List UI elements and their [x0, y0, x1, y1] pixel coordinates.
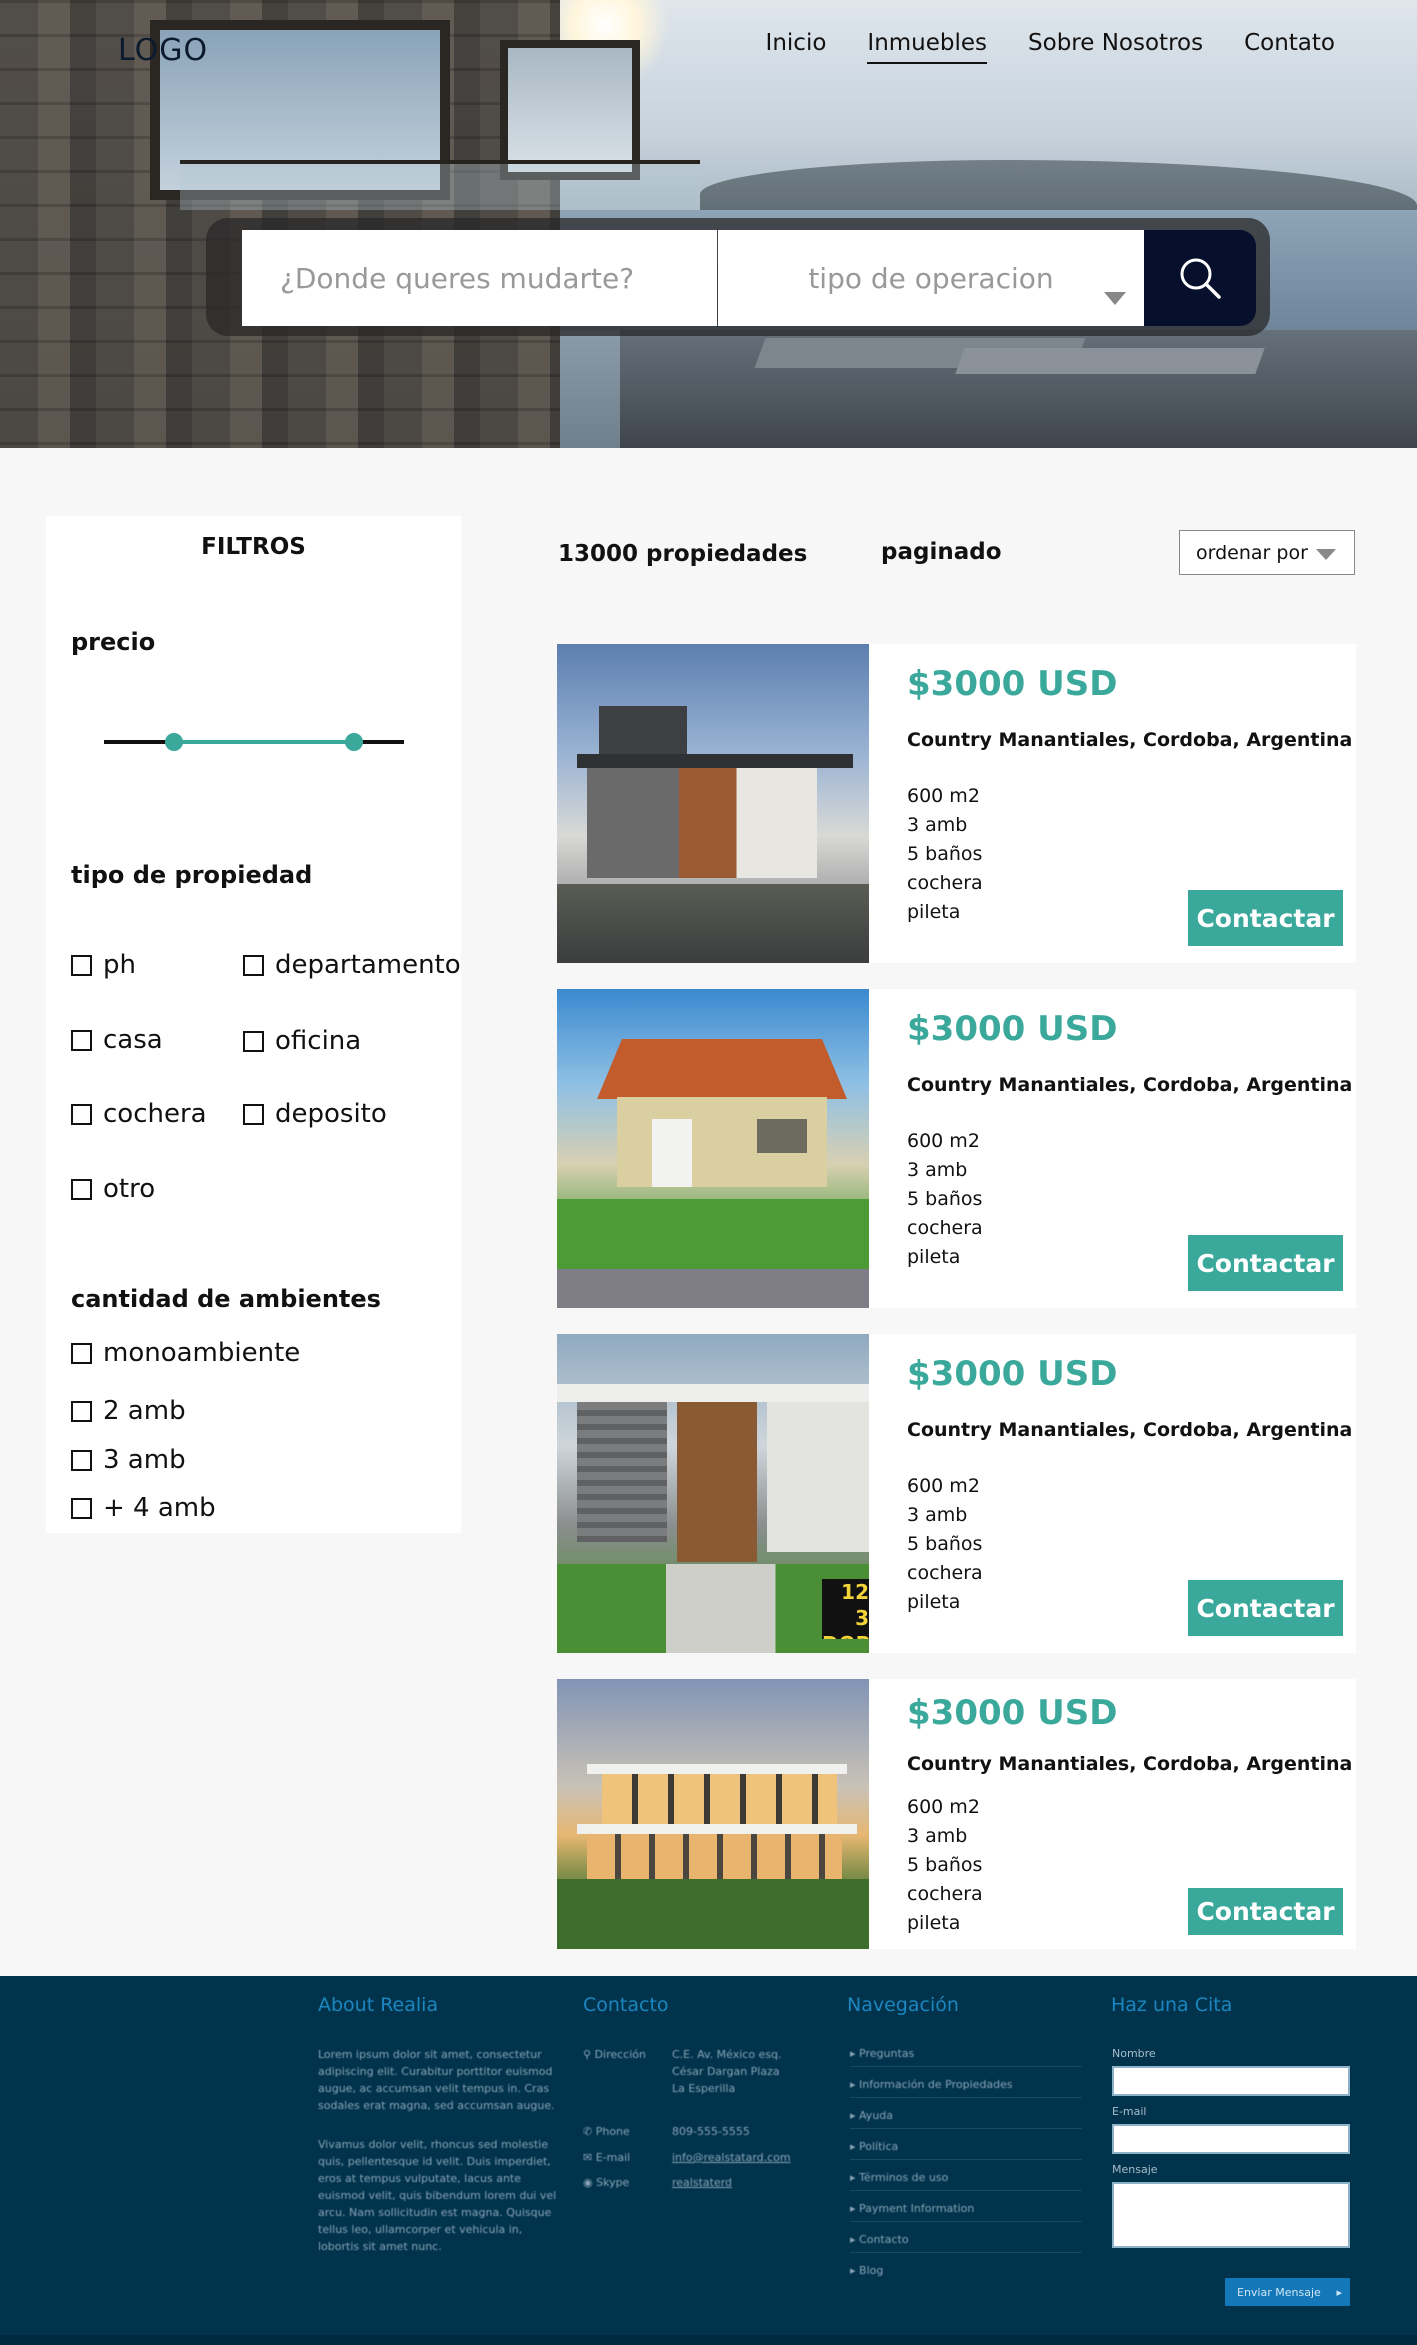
nav-inicio[interactable]: Inicio [766, 30, 827, 64]
arrow-right-icon: ▸ [1336, 2285, 1342, 2299]
price-heading: precio [71, 628, 156, 656]
property-photo[interactable] [557, 989, 869, 1308]
checkbox-monoambiente[interactable]: monoambiente [71, 1338, 300, 1368]
property-features: 600 m2 3 amb 5 baños cochera pileta [907, 1130, 983, 1268]
property-features: 600 m2 3 amb 5 baños cochera pileta [907, 1475, 983, 1613]
property-address: Country Manantiales, Cordoba, Argentina [907, 1074, 1353, 1096]
contact-button[interactable]: Contactar [1188, 890, 1343, 946]
footer-nav-link[interactable]: ▸ Información de Propiedades [850, 2078, 1013, 2091]
footer-contact-title: Contacto [583, 1994, 669, 2016]
logo[interactable]: LOGO [118, 33, 208, 68]
photo-badge: 12 3 DOR [822, 1579, 869, 1639]
property-photo[interactable] [557, 644, 869, 963]
footer-about-text: Vivamus dolor velit, rhoncus sed molesti… [318, 2138, 557, 2253]
footer-nav-title: Navegación [847, 1994, 959, 2016]
contact-button[interactable]: Contactar [1188, 1580, 1343, 1636]
property-address: Country Manantiales, Cordoba, Argentina [907, 729, 1353, 751]
email-icon: ✉ E-mail [583, 2151, 631, 2164]
email-field[interactable] [1112, 2124, 1350, 2154]
footer-nav-link[interactable]: ▸ Ayuda [850, 2109, 893, 2122]
main-nav: Inicio Inmuebles Sobre Nosotros Contato [766, 30, 1335, 64]
slider-range [174, 740, 354, 744]
chevron-down-icon [1104, 292, 1126, 305]
email-label: E-mail [1112, 2105, 1147, 2118]
property-photo[interactable] [557, 1679, 869, 1949]
footer-email[interactable]: info@realstatard.com [672, 2151, 791, 2164]
property-card[interactable]: $3000 USD Country Manantiales, Cordoba, … [557, 989, 1356, 1308]
property-card[interactable]: 12 3 DOR $3000 USD Country Manantiales, … [557, 1334, 1356, 1653]
footer: About Realia Lorem ipsum dolor sit amet,… [0, 1976, 1417, 2345]
footer-skype[interactable]: realstaterd [672, 2176, 732, 2189]
results-count: 13000 propiedades [558, 541, 808, 567]
name-field[interactable] [1112, 2066, 1350, 2096]
footer-about-title: About Realia [318, 1994, 439, 2016]
chevron-down-icon [1316, 549, 1336, 560]
footer-nav-link[interactable]: ▸ Preguntas [850, 2047, 914, 2060]
location-search-input[interactable]: ¿Donde queres mudarte? [242, 230, 717, 326]
contact-button[interactable]: Contactar [1188, 1235, 1343, 1291]
sort-select[interactable]: ordenar por [1179, 530, 1355, 575]
send-message-button[interactable]: Enviar Mensaje ▸ [1225, 2278, 1350, 2306]
checkbox-cochera[interactable]: cochera [71, 1099, 207, 1129]
checkbox-4-amb[interactable]: + 4 amb [71, 1493, 216, 1523]
message-label: Mensaje [1112, 2163, 1158, 2176]
property-address: Country Manantiales, Cordoba, Argentina [907, 1419, 1353, 1441]
footer-appointment-title: Haz una Cita [1111, 1994, 1233, 2016]
property-price: $3000 USD [907, 664, 1118, 704]
footer-nav-link[interactable]: ▸ Términos de uso [850, 2171, 948, 2184]
phone-icon: ✆ Phone [583, 2125, 630, 2138]
footer-nav-link[interactable]: ▸ Política [850, 2140, 898, 2153]
property-price: $3000 USD [907, 1693, 1118, 1733]
slider-min-handle[interactable] [165, 733, 183, 751]
footer-address: C.E. Av. México esq. César Dargan Plaza … [672, 2048, 782, 2095]
property-card[interactable]: $3000 USD Country Manantiales, Cordoba, … [557, 1679, 1356, 1949]
map-pin-icon: ⚲ Dirección [583, 2048, 646, 2061]
name-label: Nombre [1112, 2047, 1156, 2060]
property-card[interactable]: $3000 USD Country Manantiales, Cordoba, … [557, 644, 1356, 963]
footer-phone[interactable]: 809-555-5555 [672, 2125, 750, 2138]
house-window [500, 40, 640, 180]
checkbox-3-amb[interactable]: 3 amb [71, 1445, 186, 1475]
skype-icon: ◉ Skype [583, 2176, 630, 2189]
filters-panel: FILTROS precio tipo de propiedad ph depa… [46, 516, 461, 1533]
property-photo[interactable]: 12 3 DOR [557, 1334, 869, 1653]
checkbox-ph[interactable]: ph [71, 950, 136, 980]
nav-sobre-nosotros[interactable]: Sobre Nosotros [1028, 30, 1203, 64]
checkbox-deposito[interactable]: deposito [243, 1099, 387, 1129]
footer-nav-link[interactable]: ▸ Payment Information [850, 2202, 974, 2215]
search-button[interactable] [1144, 230, 1256, 326]
property-price: $3000 USD [907, 1354, 1118, 1394]
nav-inmuebles[interactable]: Inmuebles [867, 30, 988, 64]
checkbox-departamento[interactable]: departamento [243, 950, 461, 980]
checkbox-casa[interactable]: casa [71, 1025, 163, 1055]
search-icon [1180, 258, 1221, 299]
property-price: $3000 USD [907, 1009, 1118, 1049]
operation-type-label: tipo de operacion [808, 261, 1054, 295]
checkbox-oficina[interactable]: oficina [243, 1026, 361, 1056]
sort-label: ordenar por [1196, 541, 1308, 564]
filters-title: FILTROS [201, 534, 306, 560]
property-address: Country Manantiales, Cordoba, Argentina [907, 1753, 1353, 1775]
glass-railing [180, 160, 700, 210]
property-type-heading: tipo de propiedad [71, 861, 313, 889]
nav-contato[interactable]: Contato [1244, 30, 1335, 64]
price-range-slider[interactable] [104, 732, 404, 752]
checkbox-otro[interactable]: otro [71, 1174, 155, 1204]
rooms-heading: cantidad de ambientes [71, 1285, 381, 1313]
footer-nav-link[interactable]: ▸ Blog [850, 2264, 883, 2277]
property-features: 600 m2 3 amb 5 baños cochera pileta [907, 1796, 983, 1934]
footer-nav-link[interactable]: ▸ Contacto [850, 2233, 909, 2246]
property-features: 600 m2 3 amb 5 baños cochera pileta [907, 785, 983, 923]
slider-max-handle[interactable] [345, 733, 363, 751]
operation-type-select[interactable]: tipo de operacion [718, 230, 1144, 326]
message-field[interactable] [1112, 2182, 1350, 2248]
pagination[interactable]: paginado [881, 539, 1002, 565]
checkbox-2-amb[interactable]: 2 amb [71, 1396, 186, 1426]
footer-about-text: Lorem ipsum dolor sit amet, consectetur … [318, 2048, 555, 2112]
contact-button[interactable]: Contactar [1188, 1888, 1343, 1935]
footer-bottom-bar [0, 2335, 1417, 2345]
